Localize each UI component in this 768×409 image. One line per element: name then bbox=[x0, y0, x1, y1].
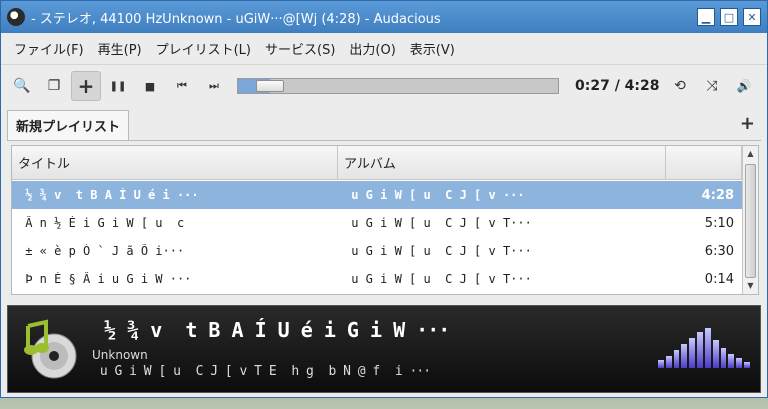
scroll-up-icon[interactable]: ▲ bbox=[743, 146, 758, 162]
time-display: 0:27 / 4:28 bbox=[575, 78, 660, 94]
menu-view[interactable]: 表示(V) bbox=[403, 39, 462, 58]
audacious-window: - ステレオ, 44100 HzUnknown - ￼u￼G￼i￼W···￼@￼… bbox=[0, 0, 768, 398]
visualizer-bar bbox=[681, 344, 688, 368]
volume-icon: 🔊 bbox=[736, 79, 752, 93]
now-playing-info: ￼½￼¾￼v￼￼t￼B￼A￼Í￼U￼é￼i￼G￼i￼W￼··· Unknown … bbox=[7, 305, 761, 393]
playlist-row[interactable]: ￼Â￼n￼½￼É￼i￼G￼i￼W￼[￼u￼￼c ￼u￼G￼i￼W￼[￼u￼￼C￼… bbox=[12, 209, 742, 237]
shuffle-button[interactable]: ⤨ bbox=[697, 71, 727, 101]
row-title: ￼Þ￼n￼É￼§￼Â￼i￼u￼G￼i￼W￼··· bbox=[18, 272, 192, 286]
tab-new-playlist[interactable]: 新規プレイリスト bbox=[7, 110, 130, 140]
row-title: ￼Â￼n￼½￼É￼i￼G￼i￼W￼[￼u￼￼c bbox=[18, 216, 185, 230]
visualizer-bar bbox=[697, 332, 703, 368]
row-length: 4:28 bbox=[701, 187, 734, 203]
pause-icon: ❚❚ bbox=[109, 80, 127, 92]
row-album: ￼u￼G￼i￼W￼[￼u￼￼C￼J￼[￼v￼T··· bbox=[344, 216, 532, 230]
scroll-down-icon[interactable]: ▼ bbox=[743, 278, 758, 294]
maximize-button[interactable]: □ bbox=[720, 8, 738, 26]
playlist-header: タイトル アルバム bbox=[12, 146, 758, 180]
column-album[interactable]: アルバム bbox=[338, 146, 666, 179]
menu-output[interactable]: 出力(O) bbox=[342, 39, 402, 58]
now-playing-title: ￼½￼¾￼v￼￼t￼B￼A￼Í￼U￼é￼i￼G￼i￼W￼··· bbox=[92, 318, 450, 342]
playlist-row[interactable]: ￼½￼¾￼v￼￼t￼B￼A￼Í￼U￼é￼i￼··· ￼u￼G￼i￼W￼[￼u￼￼… bbox=[12, 181, 742, 209]
menu-playback[interactable]: 再生(P) bbox=[91, 39, 149, 58]
playlist-tabs: 新規プレイリスト + bbox=[7, 109, 761, 141]
column-length[interactable] bbox=[666, 146, 742, 179]
playlist-manager-button[interactable]: ❐ bbox=[39, 71, 69, 101]
music-disc-icon bbox=[24, 319, 77, 379]
playlist-row[interactable]: ￼±￼«￼è￼p￼Ò￼`￼J￼ã￼Õ￼i··· ￼u￼G￼i￼W￼[￼u￼￼C￼… bbox=[12, 237, 742, 265]
search-icon: 🔍 bbox=[13, 78, 31, 94]
visualizer bbox=[658, 328, 750, 368]
menu-playlist[interactable]: プレイリスト(L) bbox=[149, 39, 258, 58]
visualizer-bar bbox=[728, 354, 735, 368]
add-playlist-icon[interactable]: + bbox=[740, 113, 755, 134]
next-button[interactable]: ⏭ bbox=[199, 71, 229, 101]
row-length: 6:30 bbox=[704, 243, 734, 259]
toolbar: 🔍 ❐ + ❚❚ ■ ⏮ ⏭ 0:27 / 4:28 ⟲ ⤨ 🔊 bbox=[1, 65, 767, 107]
row-album: ￼u￼G￼i￼W￼[￼u￼￼C￼J￼[￼v￼··· bbox=[344, 188, 525, 202]
visualizer-bar bbox=[689, 338, 696, 368]
window-title: - ステレオ, 44100 HzUnknown - ￼u￼G￼i￼W···￼@￼… bbox=[31, 11, 441, 27]
row-length: 0:14 bbox=[704, 271, 734, 287]
seek-slider[interactable] bbox=[237, 78, 559, 94]
column-title[interactable]: タイトル bbox=[12, 146, 338, 179]
add-icon: + bbox=[77, 74, 95, 98]
now-playing-album: ￼u￼G￼i￼W￼[￼u￼￼C￼J￼[￼v￼T￼E￼￼h￼g￼￼b￼N￼@￼f￼… bbox=[92, 364, 431, 379]
row-album: ￼u￼G￼i￼W￼[￼u￼￼C￼J￼[￼v￼T··· bbox=[344, 272, 532, 286]
visualizer-bar bbox=[720, 348, 727, 368]
menu-bar: ファイル(F) 再生(P) プレイリスト(L) サービス(S) 出力(O) 表示… bbox=[1, 33, 767, 65]
now-playing-artist: Unknown bbox=[92, 348, 148, 362]
seek-thumb[interactable] bbox=[256, 80, 284, 92]
pause-button[interactable]: ❚❚ bbox=[103, 71, 133, 101]
menu-services[interactable]: サービス(S) bbox=[258, 39, 342, 58]
search-button[interactable]: 🔍 bbox=[7, 71, 37, 101]
stop-button[interactable]: ■ bbox=[135, 71, 165, 101]
audacious-app-icon[interactable] bbox=[7, 8, 25, 26]
row-title: ￼±￼«￼è￼p￼Ò￼`￼J￼ã￼Õ￼i··· bbox=[18, 244, 185, 258]
visualizer-bar bbox=[744, 362, 750, 368]
row-album: ￼u￼G￼i￼W￼[￼u￼￼C￼J￼[￼v￼T··· bbox=[344, 244, 532, 258]
close-button[interactable]: ✕ bbox=[743, 8, 761, 26]
add-files-button[interactable]: + bbox=[71, 71, 101, 101]
playlist-view: タイトル アルバム ￼½￼¾￼v￼￼t￼B￼A￼Í￼U￼é￼i￼··· ￼u￼G… bbox=[11, 145, 759, 295]
title-bar[interactable]: - ステレオ, 44100 HzUnknown - ￼u￼G￼i￼W···￼@￼… bbox=[1, 1, 767, 33]
visualizer-bar bbox=[673, 350, 680, 368]
row-title: ￼½￼¾￼v￼￼t￼B￼A￼Í￼U￼é￼i￼··· bbox=[18, 188, 199, 202]
next-icon: ⏭ bbox=[209, 79, 219, 92]
repeat-button[interactable]: ⟲ bbox=[665, 71, 695, 101]
shuffle-icon: ⤨ bbox=[706, 78, 718, 94]
visualizer-bar bbox=[658, 360, 664, 368]
volume-button[interactable]: 🔊 bbox=[729, 71, 759, 101]
playlist-row[interactable]: ￼Þ￼n￼É￼§￼Â￼i￼u￼G￼i￼W￼··· ￼u￼G￼i￼W￼[￼u￼￼C… bbox=[12, 265, 742, 293]
visualizer-bar bbox=[712, 340, 719, 368]
playlist-icon: ❐ bbox=[47, 78, 61, 94]
previous-button[interactable]: ⏮ bbox=[167, 71, 197, 101]
playlist-rows: ￼½￼¾￼v￼￼t￼B￼A￼Í￼U￼é￼i￼··· ￼u￼G￼i￼W￼[￼u￼￼… bbox=[12, 181, 742, 293]
scrollbar-thumb[interactable] bbox=[745, 164, 756, 278]
menu-file[interactable]: ファイル(F) bbox=[7, 39, 91, 58]
repeat-icon: ⟲ bbox=[674, 78, 686, 94]
visualizer-bar bbox=[736, 358, 743, 368]
playlist-scrollbar[interactable]: ▲ ▼ bbox=[742, 146, 758, 294]
stop-icon: ■ bbox=[144, 79, 156, 93]
visualizer-bar bbox=[704, 328, 711, 368]
row-length: 5:10 bbox=[704, 215, 734, 231]
minimize-button[interactable]: ▁ bbox=[697, 8, 715, 26]
previous-icon: ⏮ bbox=[177, 79, 187, 92]
visualizer-bar bbox=[665, 356, 672, 368]
